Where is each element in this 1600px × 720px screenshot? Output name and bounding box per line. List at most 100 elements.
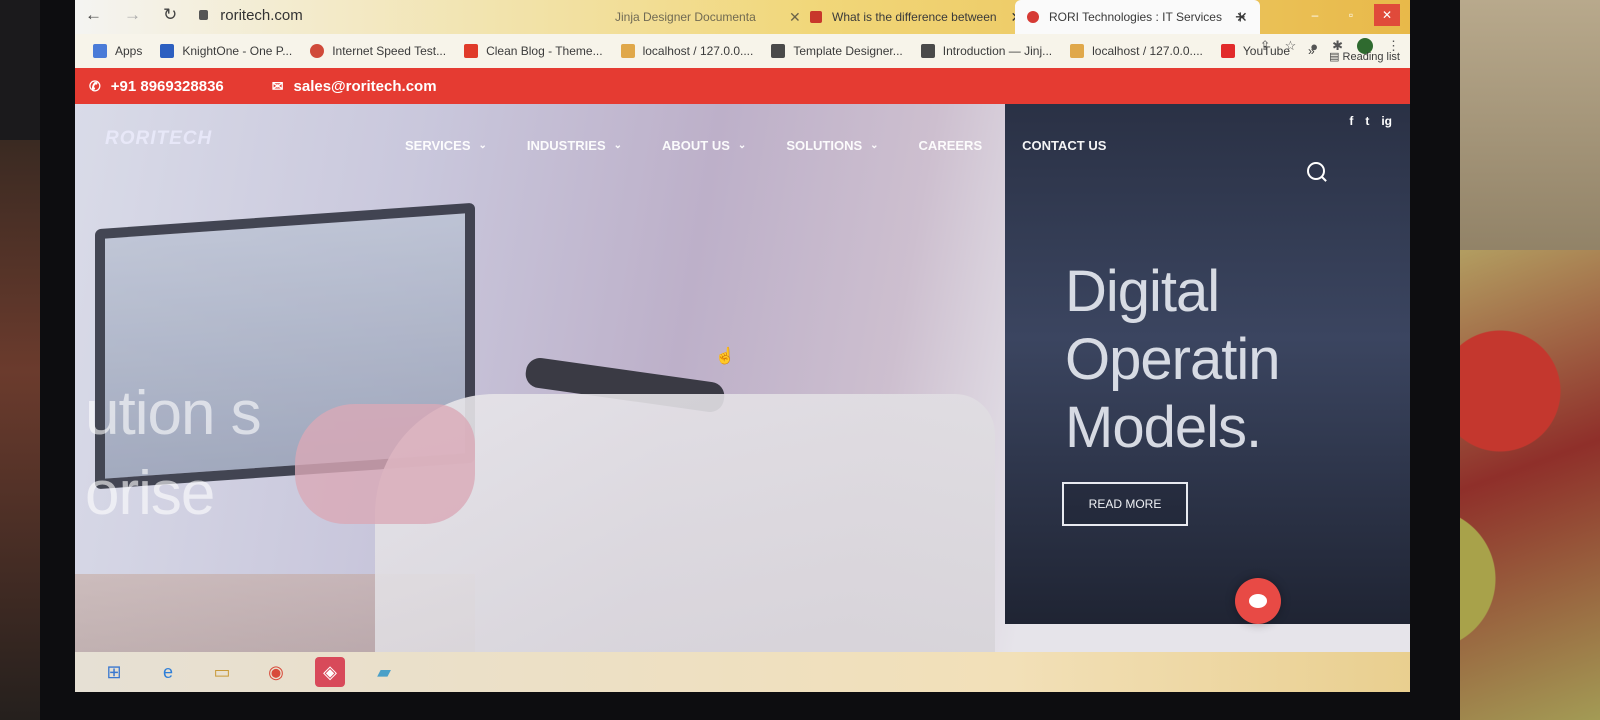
address-bar: ← → ↻ roritech.com: [75, 0, 303, 30]
close-icon[interactable]: ✕: [789, 9, 801, 26]
bookmark-localhost-2[interactable]: localhost / 127.0.0....: [1070, 44, 1203, 58]
app-icon[interactable]: ▰: [369, 657, 399, 687]
nav-label: ABOUT US: [662, 138, 730, 153]
minimize-button[interactable]: –: [1302, 4, 1328, 26]
hand-cursor-icon: ☝: [715, 348, 735, 365]
maximize-button[interactable]: ▫: [1338, 4, 1364, 26]
site-logo[interactable]: RORITECH: [105, 128, 212, 150]
bookmarks-bar: Apps KnightOne - One P... Internet Speed…: [75, 34, 1410, 68]
new-tab-button[interactable]: +: [1235, 0, 1246, 34]
bookmark-knightone[interactable]: KnightOne - One P...: [160, 44, 292, 58]
lock-icon: [199, 10, 209, 20]
hero-hand-image: [295, 404, 475, 524]
main-nav: SERVICES ⌄ INDUSTRIES ⌄ ABOUT US ⌄ SOLUT…: [405, 138, 1106, 153]
hero-slide-line: ution s: [85, 379, 262, 448]
quora-icon: [810, 11, 822, 23]
phpmyadmin-icon: [1070, 44, 1085, 58]
bookmark-label: localhost / 127.0.0....: [1092, 44, 1203, 58]
reading-list-label: Reading list: [1342, 51, 1400, 63]
nav-services[interactable]: SERVICES ⌄: [405, 138, 487, 153]
internet-explorer-icon[interactable]: e: [153, 657, 183, 687]
headline-line: Digital: [1065, 259, 1220, 324]
laptop-screen: ← → ↻ roritech.com Jinja Designer Docume…: [75, 0, 1410, 692]
background-fabric-left: [0, 140, 40, 720]
nav-industries[interactable]: INDUSTRIES ⌄: [527, 138, 622, 153]
nav-solutions[interactable]: SOLUTIONS ⌄: [786, 138, 878, 153]
window-controls: – ▫ ✕: [1302, 4, 1400, 26]
reload-icon[interactable]: ↻: [163, 5, 177, 25]
bookmark-apps[interactable]: Apps: [93, 44, 142, 58]
bookmark-template-designer[interactable]: Template Designer...: [771, 44, 903, 58]
nav-careers[interactable]: CAREERS: [919, 138, 983, 153]
hero-slide-line: orise: [85, 459, 215, 528]
hero-slide-text: ution s orise: [85, 374, 262, 534]
reading-list-button[interactable]: ▤ Reading list: [1329, 50, 1400, 63]
tab-title: Jinja Designer Documenta: [615, 10, 756, 24]
phone-icon: ✆: [89, 77, 101, 94]
jinja-icon: [920, 44, 935, 58]
file-explorer-icon[interactable]: ▭: [207, 657, 237, 687]
chat-bubble-icon: [1249, 594, 1267, 608]
facebook-icon[interactable]: f: [1349, 114, 1353, 128]
bookmark-label: Template Designer...: [793, 44, 903, 58]
youtube-icon: [1220, 44, 1235, 58]
read-more-button[interactable]: READ MORE: [1062, 482, 1188, 526]
email-address: sales@roritech.com: [293, 77, 437, 95]
nav-label: SERVICES: [405, 138, 471, 153]
bookmark-label: Apps: [115, 44, 143, 58]
speedometer-icon: [310, 44, 325, 58]
s-logo-icon: [464, 44, 479, 58]
nav-about-us[interactable]: ABOUT US ⌄: [662, 138, 746, 153]
nav-contact-us[interactable]: CONTACT US: [1022, 138, 1106, 153]
hero-headline: Digital Operatin Models.: [1065, 258, 1280, 462]
windows-taskbar: ⊞ e ▭ ◉ ◈ ▰: [75, 652, 1410, 692]
tab-jinja[interactable]: Jinja Designer Documenta ✕: [615, 0, 815, 34]
forward-icon[interactable]: →: [124, 5, 141, 25]
bookmark-speedtest[interactable]: Internet Speed Test...: [310, 44, 446, 58]
jinja-icon: [771, 44, 786, 58]
share-icon[interactable]: ⇪: [1260, 38, 1271, 54]
tab-rori[interactable]: RORI Technologies : IT Services ✕: [1015, 0, 1260, 34]
url-text[interactable]: roritech.com: [220, 7, 303, 24]
contact-topbar: ✆ +91 8969328836 ✉ sales@roritech.com: [75, 68, 1410, 104]
nav-label: SOLUTIONS: [786, 138, 863, 153]
knightone-icon: [160, 44, 175, 58]
bookmark-localhost-1[interactable]: localhost / 127.0.0....: [620, 44, 753, 58]
bookmark-label: KnightOne - One P...: [182, 44, 293, 58]
email-contact[interactable]: ✉ sales@roritech.com: [272, 78, 437, 95]
back-icon[interactable]: ←: [85, 5, 102, 25]
start-button[interactable]: ⊞: [99, 657, 129, 687]
chevron-down-icon: ⌄: [870, 140, 879, 151]
chevron-down-icon: ⌄: [478, 140, 487, 151]
nav-label: CAREERS: [918, 138, 983, 153]
nav-label: INDUSTRIES: [526, 138, 606, 153]
bookmark-introduction[interactable]: Introduction — Jinj...: [920, 44, 1053, 58]
extension-icon[interactable]: ●: [1310, 39, 1318, 54]
bookmark-cleanblog[interactable]: Clean Blog - Theme...: [464, 44, 603, 58]
star-icon[interactable]: ☆: [1285, 38, 1297, 54]
bookmark-label: Clean Blog - Theme...: [486, 44, 603, 58]
chevron-down-icon: ⌄: [613, 140, 623, 151]
headline-line: Operatin: [1065, 327, 1280, 392]
phone-number: +91 8969328836: [110, 77, 224, 95]
phpmyadmin-icon: [620, 44, 635, 58]
chevron-down-icon: ⌄: [737, 140, 747, 151]
twitter-icon[interactable]: t: [1365, 114, 1369, 128]
apps-grid-icon: [93, 44, 107, 58]
chrome-icon[interactable]: ◉: [261, 657, 291, 687]
mail-icon: ✉: [271, 77, 284, 94]
chat-widget-button[interactable]: [1235, 578, 1281, 624]
bookmark-label: Introduction — Jinj...: [942, 44, 1053, 58]
bookmark-label: Internet Speed Test...: [332, 44, 447, 58]
instagram-icon[interactable]: ig: [1381, 114, 1392, 128]
phone-contact[interactable]: ✆ +91 8969328836: [89, 78, 224, 95]
headline-line: Models.: [1065, 395, 1262, 460]
app-icon[interactable]: ◈: [315, 657, 345, 687]
rori-favicon-icon: [1027, 11, 1039, 23]
social-links: f t ig: [1349, 114, 1392, 128]
search-icon[interactable]: [1307, 162, 1325, 180]
tab-title: What is the difference between: [832, 10, 997, 24]
tab-quora[interactable]: What is the difference between ✕: [810, 0, 1022, 34]
nav-label: CONTACT US: [1022, 138, 1107, 153]
window-close-button[interactable]: ✕: [1374, 4, 1400, 26]
